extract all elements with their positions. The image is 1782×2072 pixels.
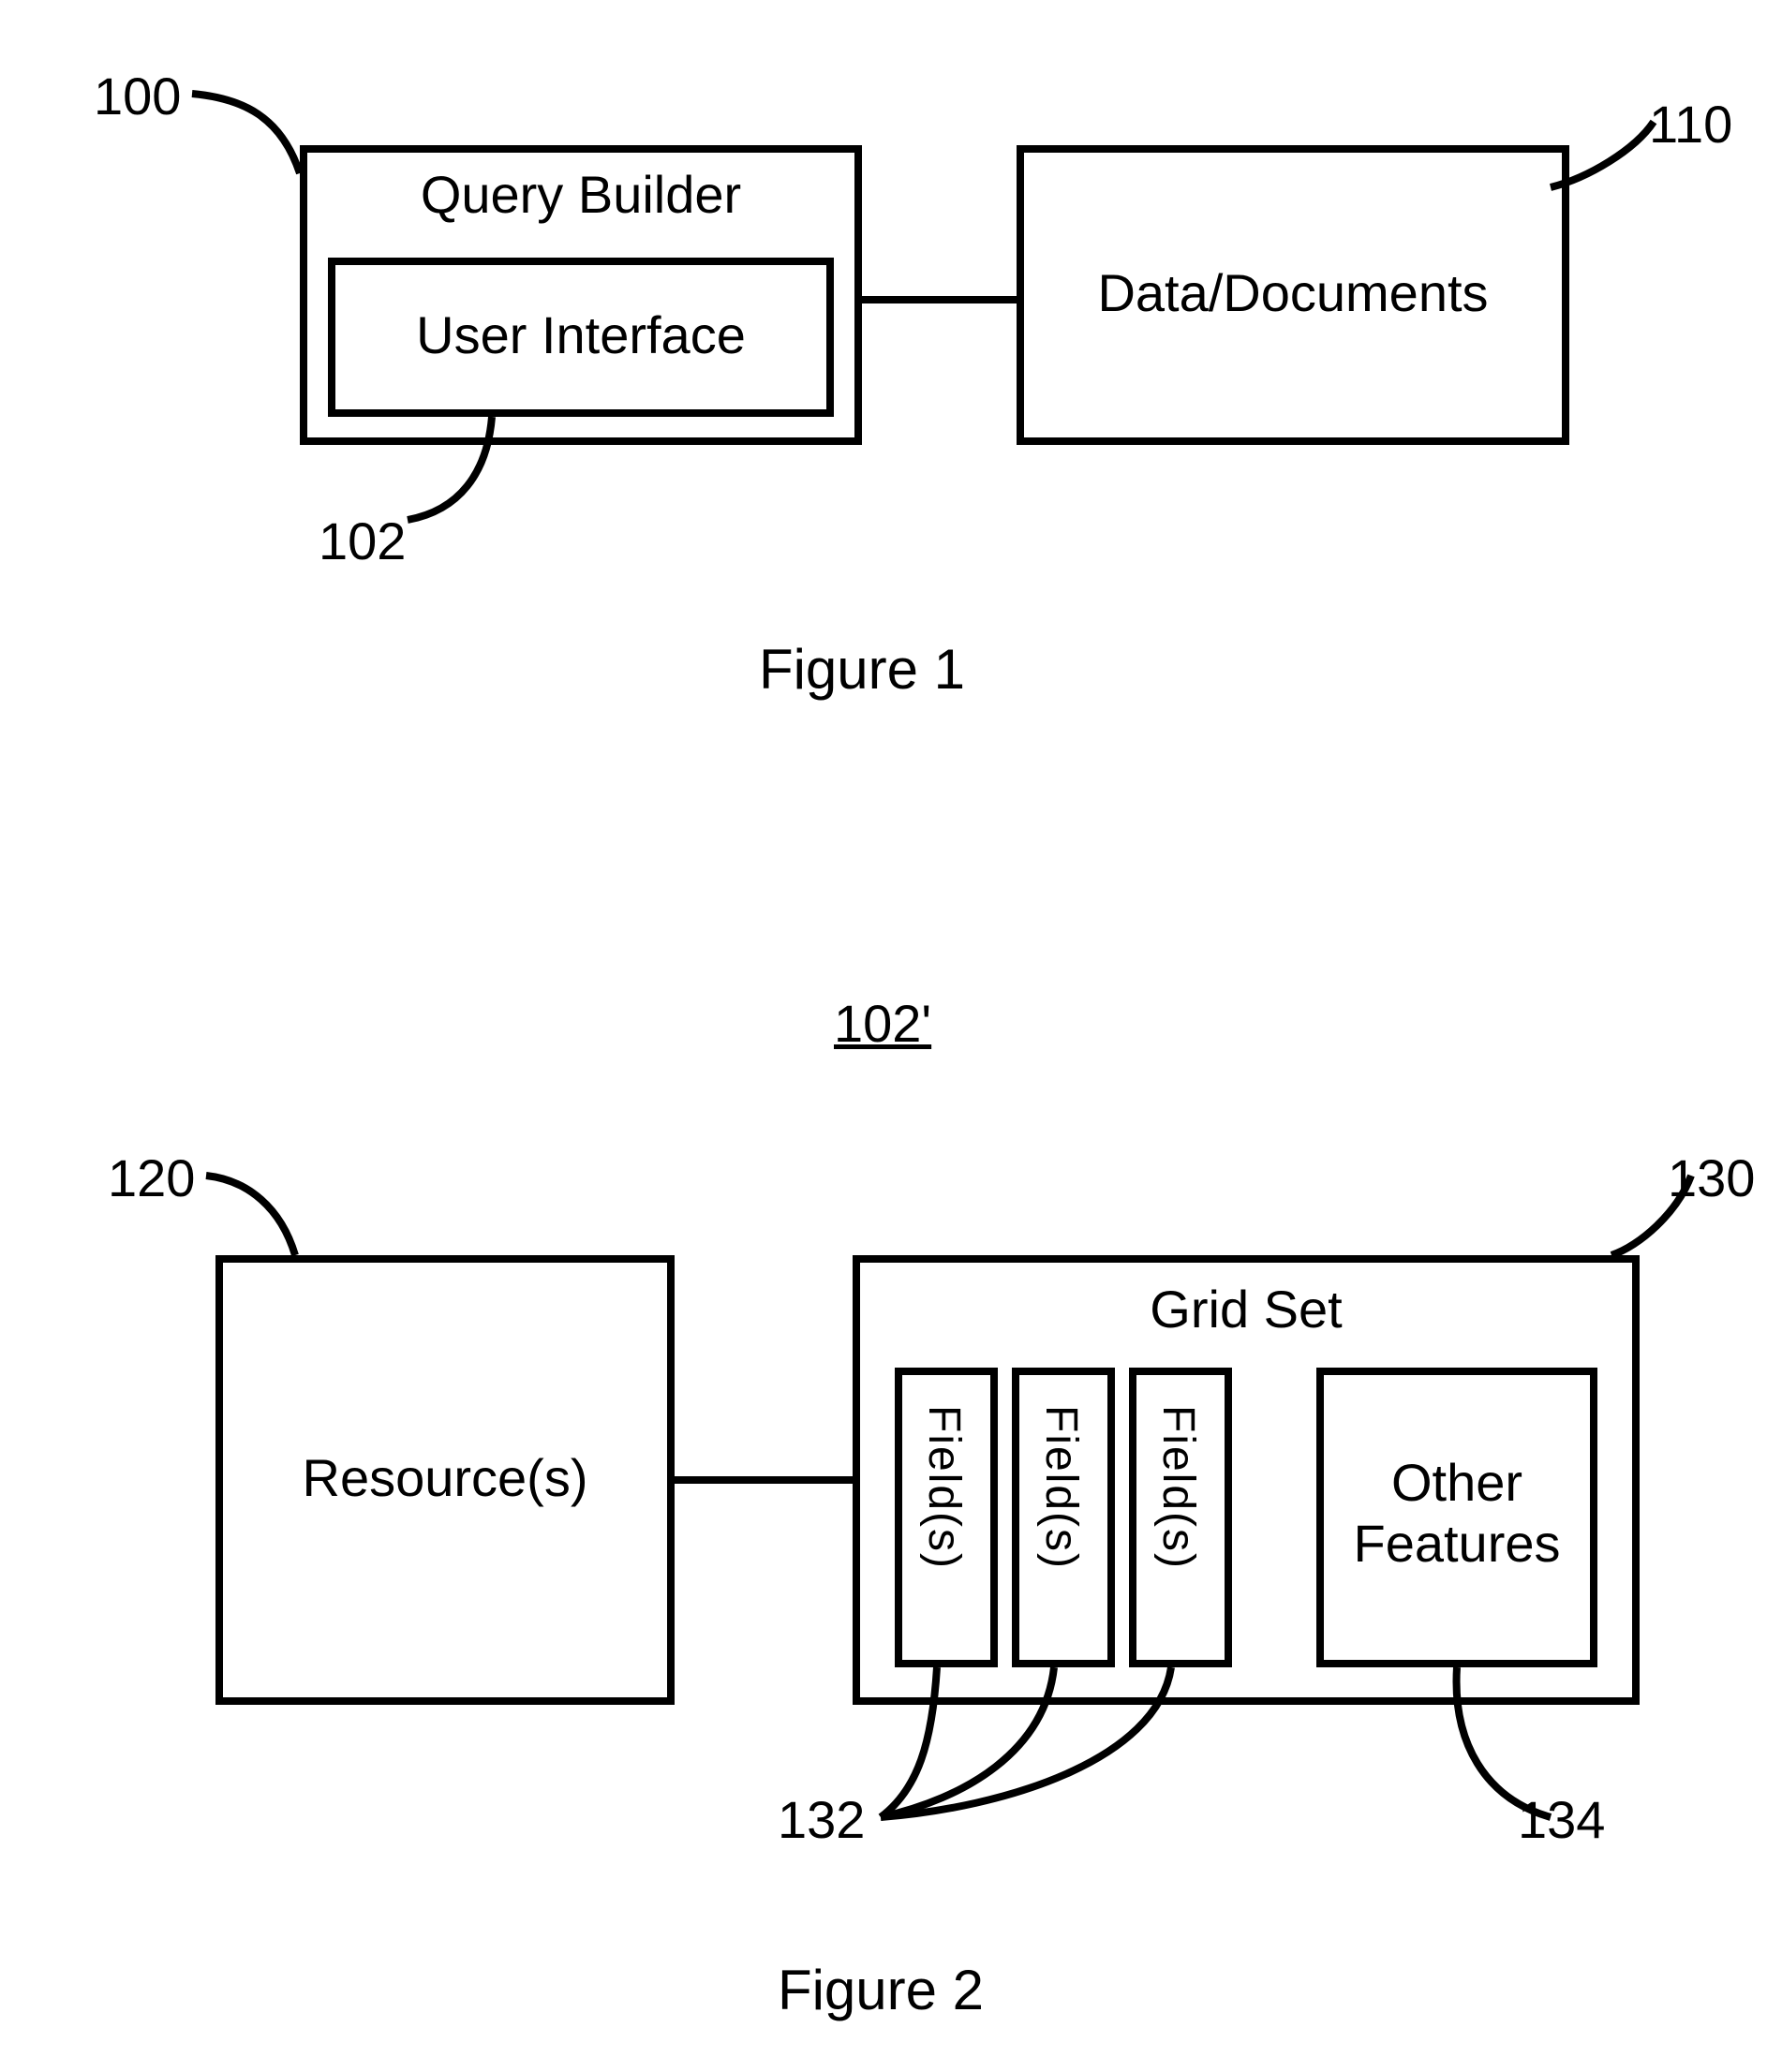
ref-102-label: 102 [319, 511, 406, 571]
field-label-1: Field(s) [918, 1405, 970, 1570]
page: 100 Query Builder User Interface 102 Dat… [0, 0, 1782, 2072]
figure2-caption: Figure 2 [740, 1958, 1021, 2022]
ref-130-leader [1611, 1176, 1700, 1265]
field-label-3: Field(s) [1152, 1405, 1204, 1570]
resources-label: Resource(s) [215, 1447, 675, 1508]
ref-120-label: 120 [108, 1147, 195, 1208]
data-documents-label: Data/Documents [1017, 262, 1569, 323]
user-interface-label: User Interface [328, 304, 834, 365]
ref-110-leader [1551, 122, 1663, 197]
ref-132-label: 132 [778, 1789, 865, 1850]
fig2-connector [675, 1475, 853, 1485]
ref-134-leader [1448, 1667, 1560, 1827]
figure1-caption: Figure 1 [721, 637, 1002, 702]
query-builder-title: Query Builder [300, 164, 862, 225]
ref-100-leader [187, 89, 309, 183]
other-features-line2: Features [1316, 1513, 1597, 1574]
ref-120-leader [201, 1171, 304, 1265]
ref-100-label: 100 [94, 66, 181, 126]
other-features-line1: Other [1316, 1452, 1597, 1513]
grid-set-title: Grid Set [853, 1279, 1640, 1339]
fig2-title-ref: 102' [834, 993, 931, 1054]
ref-132-leaders [881, 1667, 1199, 1836]
field-label-2: Field(s) [1035, 1405, 1087, 1570]
ref-102-leader [403, 417, 525, 529]
fig1-connector [862, 295, 1021, 304]
